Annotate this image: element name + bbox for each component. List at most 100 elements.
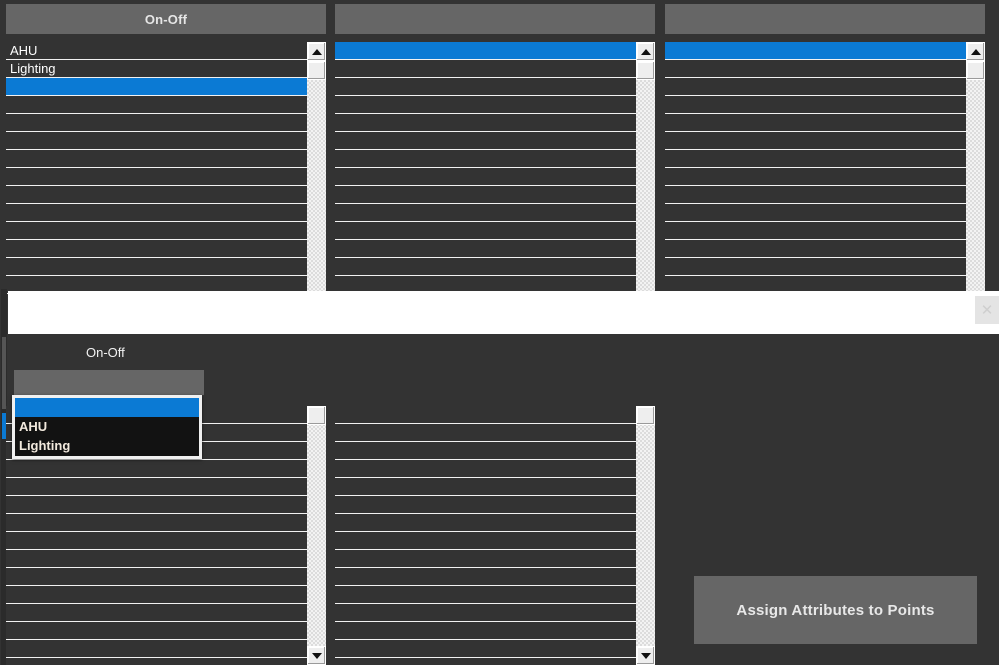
list-item[interactable] — [6, 478, 307, 496]
list-item[interactable] — [6, 514, 307, 532]
list-item[interactable] — [335, 568, 636, 586]
list-item[interactable] — [665, 168, 966, 186]
scroll-up-button[interactable] — [307, 42, 326, 61]
list-item[interactable] — [335, 204, 636, 222]
list-item[interactable] — [6, 568, 307, 586]
list-item[interactable] — [6, 204, 307, 222]
list-item[interactable] — [335, 604, 636, 622]
close-icon[interactable]: ✕ — [975, 296, 999, 324]
list-item[interactable] — [335, 514, 636, 532]
list-item[interactable] — [665, 240, 966, 258]
scrollbar-thumb[interactable] — [966, 61, 985, 80]
list-item[interactable] — [335, 240, 636, 258]
top-column-3-header[interactable] — [665, 4, 985, 34]
list-item[interactable] — [665, 60, 966, 78]
list-item[interactable] — [6, 150, 307, 168]
top-column-1-header[interactable]: On-Off — [6, 4, 326, 34]
page-scrollbar-thumb[interactable] — [2, 337, 6, 409]
list-item[interactable] — [665, 150, 966, 168]
list-item[interactable] — [6, 258, 307, 276]
top-list-1[interactable]: AHU Lighting — [6, 42, 326, 294]
top-list-2[interactable] — [335, 42, 655, 294]
list-item[interactable] — [335, 78, 636, 96]
bottom-list-2-scrollbar[interactable] — [636, 406, 655, 665]
top-column-2 — [335, 4, 655, 294]
triangle-up-icon — [970, 48, 981, 55]
list-item[interactable] — [6, 532, 307, 550]
list-item[interactable] — [6, 78, 307, 96]
list-item[interactable] — [335, 168, 636, 186]
attribute-dropdown-popup[interactable]: AHU Lighting — [12, 395, 202, 459]
list-item[interactable] — [6, 640, 307, 658]
top-list-3-scrollbar[interactable] — [966, 42, 985, 294]
list-item[interactable] — [6, 240, 307, 258]
white-toolbar: ✕ — [8, 291, 999, 334]
list-item[interactable] — [335, 460, 636, 478]
list-item[interactable]: Lighting — [6, 60, 307, 78]
list-item[interactable]: AHU — [6, 42, 307, 60]
list-item[interactable] — [335, 586, 636, 604]
list-item[interactable] — [6, 550, 307, 568]
list-item[interactable] — [6, 604, 307, 622]
list-item[interactable] — [665, 78, 966, 96]
list-item[interactable] — [6, 222, 307, 240]
list-item[interactable] — [335, 258, 636, 276]
list-item[interactable] — [665, 114, 966, 132]
list-item[interactable] — [665, 132, 966, 150]
list-item[interactable] — [335, 114, 636, 132]
scrollbar-thumb[interactable] — [636, 61, 655, 80]
scrollbar-track[interactable] — [636, 406, 655, 665]
list-item[interactable] — [335, 640, 636, 658]
list-item[interactable] — [665, 186, 966, 204]
list-item[interactable] — [335, 622, 636, 640]
list-item[interactable] — [6, 114, 307, 132]
triangle-down-icon — [311, 652, 322, 659]
list-item[interactable] — [665, 42, 966, 60]
scrollbar-thumb[interactable] — [307, 406, 326, 425]
list-item[interactable] — [6, 586, 307, 604]
top-list-3[interactable] — [665, 42, 985, 294]
list-item[interactable] — [665, 204, 966, 222]
bottom-list-1-scrollbar[interactable] — [307, 406, 326, 665]
list-item[interactable] — [335, 132, 636, 150]
attribute-combobox[interactable] — [14, 370, 204, 395]
bottom-list-2[interactable] — [335, 406, 655, 665]
list-item[interactable] — [335, 60, 636, 78]
list-item[interactable] — [335, 186, 636, 204]
assign-attributes-to-points-button[interactable]: Assign Attributes to Points — [694, 576, 977, 644]
scroll-down-button[interactable] — [307, 646, 326, 665]
top-column-2-header[interactable] — [335, 4, 655, 34]
list-item[interactable] — [335, 96, 636, 114]
list-item[interactable] — [6, 622, 307, 640]
list-item[interactable] — [335, 406, 636, 424]
list-item[interactable] — [335, 442, 636, 460]
list-item[interactable] — [335, 222, 636, 240]
list-item[interactable] — [335, 532, 636, 550]
scrollbar-thumb[interactable] — [307, 61, 326, 80]
scrollbar-track[interactable] — [307, 406, 326, 665]
list-item[interactable] — [6, 186, 307, 204]
list-item[interactable] — [6, 460, 307, 478]
list-item[interactable] — [6, 168, 307, 186]
list-item[interactable] — [6, 96, 307, 114]
top-list-1-scrollbar[interactable] — [307, 42, 326, 294]
list-item[interactable] — [335, 42, 636, 60]
list-item[interactable] — [335, 478, 636, 496]
list-item[interactable] — [6, 132, 307, 150]
list-item[interactable] — [665, 222, 966, 240]
scroll-up-button[interactable] — [966, 42, 985, 61]
list-item[interactable] — [665, 258, 966, 276]
list-item[interactable] — [6, 496, 307, 514]
scroll-down-button[interactable] — [636, 646, 655, 665]
list-item[interactable] — [335, 150, 636, 168]
dropdown-option[interactable]: AHU — [15, 417, 199, 436]
list-item[interactable] — [665, 96, 966, 114]
top-list-2-scrollbar[interactable] — [636, 42, 655, 294]
dropdown-option[interactable]: Lighting — [15, 436, 199, 455]
list-item[interactable] — [335, 496, 636, 514]
dropdown-option[interactable] — [15, 398, 199, 417]
scroll-up-button[interactable] — [636, 42, 655, 61]
scrollbar-thumb[interactable] — [636, 406, 655, 425]
list-item[interactable] — [335, 424, 636, 442]
list-item[interactable] — [335, 550, 636, 568]
